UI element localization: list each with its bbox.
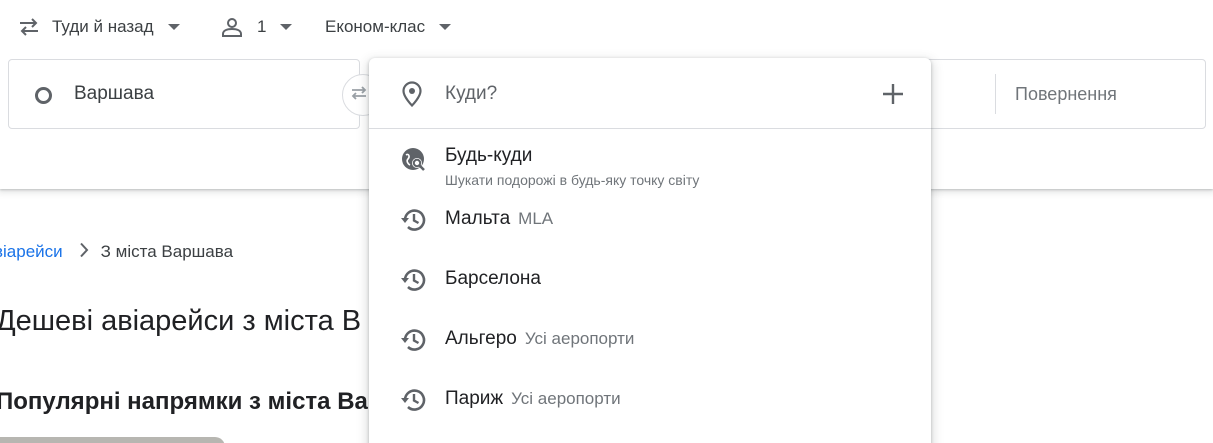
cabin-class-select[interactable]: Економ-клас [325,0,452,54]
history-icon [400,206,428,239]
suggestion-anywhere[interactable]: Будь-куди Шукати подорожі в будь-яку точ… [369,129,931,189]
suggestion-name: Париж [445,388,504,409]
person-icon [221,17,243,37]
swap-arrows-icon [350,85,368,106]
section-title-popular: Популярні напрямки з міста Вар [0,388,383,415]
suggestion-history-item[interactable]: Мальта MLA [369,189,931,249]
search-options-row: Туди й назад 1 Економ-клас [0,0,1213,54]
suggestion-title: Будь-куди [445,145,533,166]
history-icon [400,266,428,299]
suggestion-history-item[interactable]: Альгеро Усі аеропорти [369,309,931,369]
globe-search-icon [400,146,428,179]
cabin-class-label: Економ-клас [325,17,426,36]
suggestion-name: Альгеро [445,328,517,349]
suggestion-code: MLA [518,209,554,228]
flights-page: віарейси З міста Варшава Дешеві авіарейс… [0,0,1213,443]
breadcrumb-link-flights[interactable]: віарейси [0,242,63,262]
location-pin-icon [402,81,422,112]
suggestion-airports: Усі аеропорти [511,389,621,408]
suggestion-history-item[interactable]: Барселона [369,249,931,309]
origin-field[interactable]: Варшава [8,59,360,129]
date-divider [995,74,996,114]
page-title: Дешеві авіарейси з міста В [0,305,362,337]
caret-down-icon [280,23,293,31]
suggestion-description: Шукати подорожі в будь-яку точку світу [445,172,700,188]
destination-card-image[interactable] [0,437,225,443]
swap-arrows-icon [18,17,40,37]
passengers-count: 1 [257,17,267,36]
trip-type-label: Туди й назад [52,17,154,36]
passengers-select[interactable]: 1 [221,0,293,54]
history-icon [400,326,428,359]
breadcrumb: віарейси З міста Варшава [0,240,233,264]
destination-input[interactable] [445,78,865,110]
chevron-right-icon [79,242,89,263]
breadcrumb-current: З міста Варшава [100,242,234,261]
caret-down-icon [167,23,180,31]
caret-down-icon [439,23,452,31]
origin-value: Варшава [74,83,155,104]
suggestion-name: Барселона [445,268,541,289]
return-date-placeholder[interactable]: Повернення [1015,84,1117,105]
trip-type-select[interactable]: Туди й назад [18,0,180,54]
destination-input-row [369,58,931,129]
history-icon [400,386,428,419]
plus-icon [883,84,903,104]
destination-dropdown: Будь-куди Шукати подорожі в будь-яку точ… [369,58,931,443]
origin-circle-icon [35,87,52,104]
suggestion-airports: Усі аеропорти [524,329,635,348]
add-destination-button[interactable] [881,82,905,111]
suggestion-history-item[interactable]: Париж Усі аеропорти [369,369,931,429]
suggestion-name: Мальта [445,208,511,229]
